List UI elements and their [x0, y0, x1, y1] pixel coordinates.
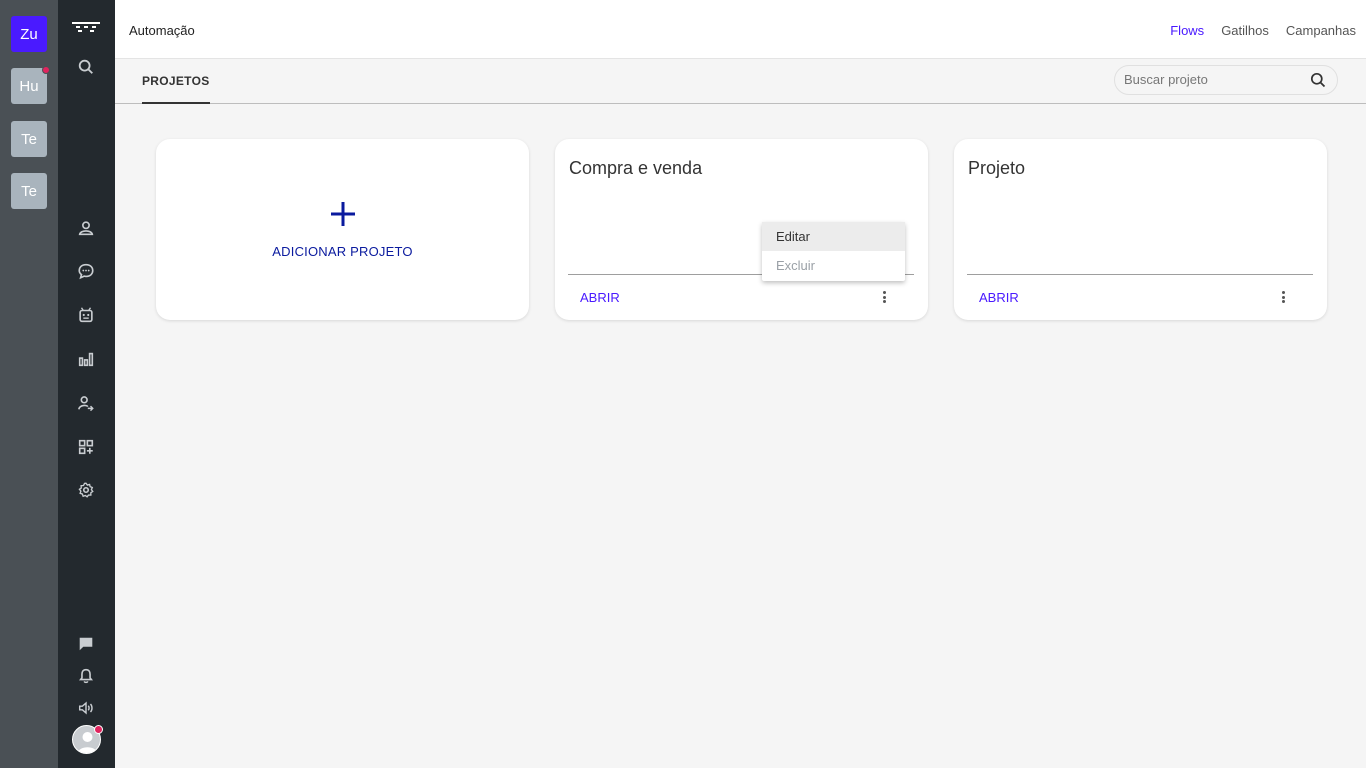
search-icon[interactable] [1310, 72, 1326, 88]
workspace-te-2[interactable]: Te [11, 173, 47, 209]
project-context-menu: Editar Excluir [762, 222, 905, 281]
open-project-button[interactable]: ABRIR [580, 290, 620, 305]
nav-link-campanhas[interactable]: Campanhas [1286, 23, 1356, 38]
project-card: Projeto ABRIR [954, 139, 1327, 320]
more-options-icon[interactable] [1277, 290, 1289, 304]
menu-item-edit[interactable]: Editar [762, 222, 905, 251]
more-options-icon[interactable] [878, 290, 890, 304]
apps-icon[interactable] [76, 437, 96, 457]
bar-chart-icon[interactable] [76, 349, 96, 369]
bell-icon[interactable] [76, 666, 96, 686]
project-title: Projeto [968, 158, 1026, 178]
chat-bubble-icon[interactable] [76, 261, 96, 281]
nav-sidebar [58, 0, 115, 768]
avatar-notification-dot [94, 725, 103, 734]
card-divider [967, 274, 1313, 275]
workspace-label: Te [21, 130, 37, 148]
search-icon[interactable] [76, 57, 96, 77]
workspace-te-1[interactable]: Te [11, 121, 47, 157]
workspace-hu[interactable]: Hu [11, 66, 50, 104]
message-icon[interactable] [76, 634, 96, 654]
search-input[interactable] [1124, 72, 1304, 87]
workspace-label: Te [21, 182, 37, 200]
workspace-zu[interactable]: Zu [11, 16, 47, 52]
bot-icon[interactable] [76, 305, 96, 325]
add-project-card[interactable]: ADICIONAR PROJETO [156, 139, 529, 320]
speaker-icon[interactable] [76, 698, 96, 718]
workspace-rail: Zu Hu Te Te [0, 0, 58, 768]
user-arrow-icon[interactable] [76, 393, 96, 413]
menu-item-delete[interactable]: Excluir [762, 251, 905, 280]
top-header: Automação Flows Gatilhos Campanhas [115, 0, 1366, 59]
search-box [1114, 65, 1338, 95]
page-title: Automação [129, 23, 195, 38]
nav-link-flows[interactable]: Flows [1170, 23, 1204, 38]
logo-icon[interactable] [72, 17, 100, 37]
gear-icon[interactable] [76, 480, 96, 500]
workspace-label: Zu [20, 25, 38, 43]
plus-icon [329, 200, 357, 230]
workspace-label: Hu [19, 77, 39, 95]
add-project-label: ADICIONAR PROJETO [272, 244, 413, 259]
tab-projetos[interactable]: PROJETOS [142, 74, 210, 104]
project-title: Compra e venda [569, 158, 703, 178]
nav-link-gatilhos[interactable]: Gatilhos [1221, 23, 1269, 38]
notification-dot [42, 66, 50, 74]
contacts-icon[interactable] [76, 218, 96, 238]
open-project-button[interactable]: ABRIR [979, 290, 1019, 305]
tab-bar: PROJETOS [115, 59, 1366, 104]
header-nav: Flows Gatilhos Campanhas [1170, 23, 1356, 38]
